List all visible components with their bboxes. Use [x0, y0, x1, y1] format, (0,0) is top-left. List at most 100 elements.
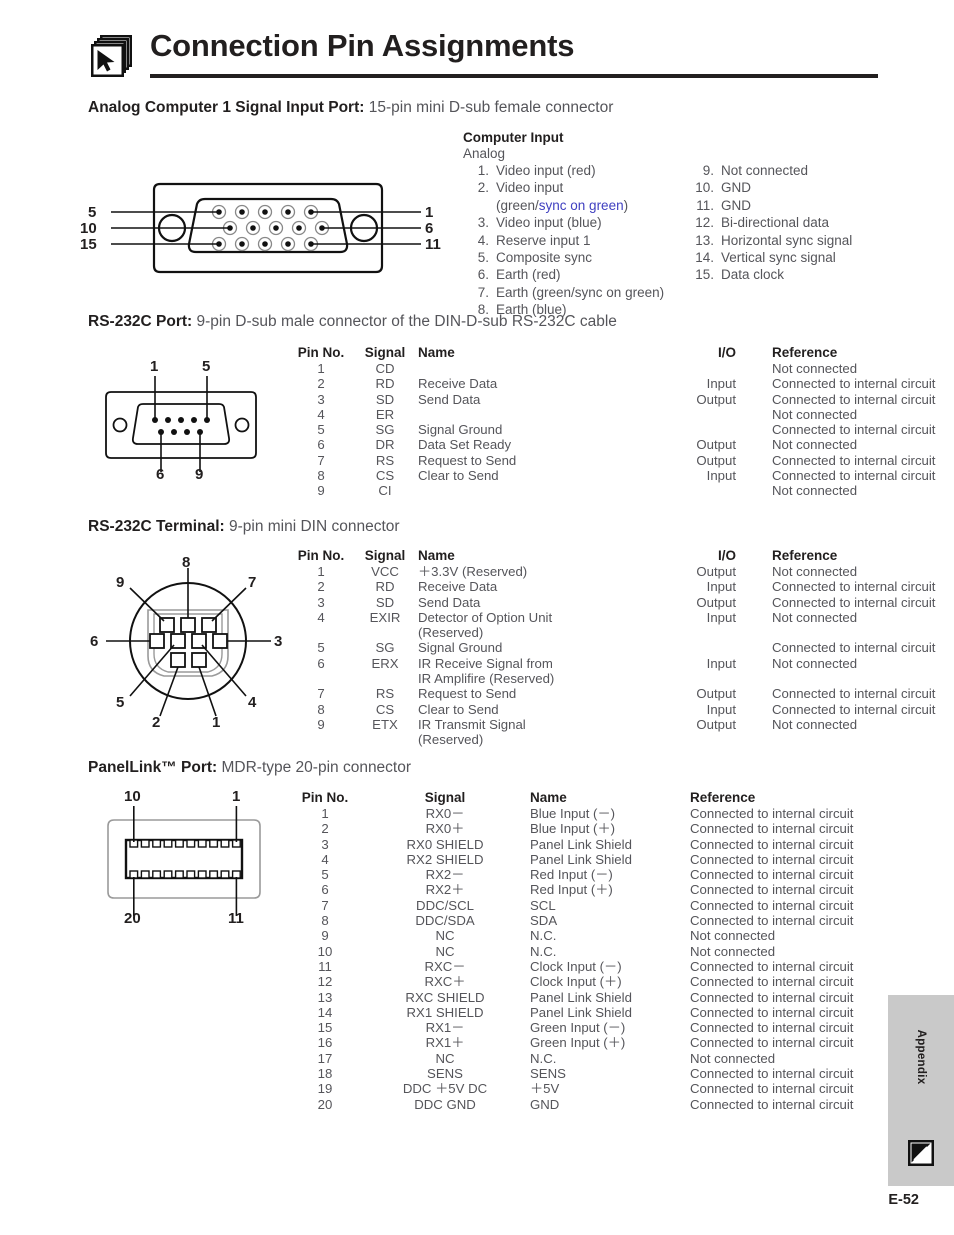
cell-pin: 19 [317, 1081, 333, 1097]
cell-name: Green Input (＋) [530, 1035, 626, 1051]
cell-signal: SG [375, 640, 395, 656]
cell-signal: RS [375, 686, 395, 702]
table-row: 8 DDC/SDA SDA Connected to internal circuit [290, 913, 853, 928]
section-heading-analog-bold: Analog Computer 1 Signal Input Port: [88, 99, 365, 116]
cell-reference: Connected to internal circuit [772, 594, 936, 610]
appendix-tab-label: Appendix [915, 1029, 927, 1085]
cell-reference: Connected to internal circuit [690, 974, 854, 990]
cell-reference: Connected to internal circuit [690, 1035, 854, 1051]
appendix-side-tab[interactable]: Appendix [888, 995, 954, 1186]
cell-io [644, 732, 736, 747]
cell-pin: 6 [321, 882, 329, 898]
cell-io: Output [696, 437, 736, 453]
cell-reference: Connected to internal circuit [772, 686, 936, 702]
mdr20-connector-diagram: 10 1 20 11 [88, 788, 288, 930]
cell-signal: ERX [371, 655, 399, 671]
table-row: 5 SG Signal Ground Connected to internal ci… [290, 640, 935, 655]
minidin-label-bottom-left: 2 [152, 714, 161, 731]
mdr-label-bottom-left: 20 [124, 910, 141, 927]
cell-io: Input [706, 609, 736, 625]
table-row: 1 CD Not connected [290, 361, 935, 376]
cell-signal: RX2＋ [425, 882, 465, 898]
table-row: 16 RX1＋ Green Input (＋) Connected to intern… [290, 1035, 854, 1051]
pin-label: Bi-directional data [721, 215, 830, 231]
dsub9-label-top-0: 1 [150, 358, 159, 375]
cell-pin: 8 [321, 913, 329, 929]
cell-pin: 4 [321, 851, 329, 867]
cell-pin: 2 [321, 821, 329, 837]
section-heading-panellink-rest: MDR-type 20-pin connector [217, 759, 412, 776]
table-row: 6 ERX IR Receive Signal from Input Not conne… [290, 656, 935, 671]
pin-number: 6. [477, 267, 489, 283]
pin-number: 3. [477, 215, 489, 231]
cell-pin [290, 671, 352, 686]
cell-signal: RX0＋ [425, 821, 465, 837]
dsub15-label-right-1: 6 [425, 220, 434, 237]
cell-reference: Connected to internal circuit [690, 958, 854, 974]
cell-io: Input [706, 579, 736, 595]
page-arrow-icon[interactable] [905, 1138, 937, 1170]
table-row: 2 RD Receive Data Input Connected to interna… [290, 376, 935, 391]
cell-pin: 13 [317, 989, 333, 1005]
cell-pin: 15 [317, 1020, 333, 1036]
pin-label: Earth (green/sync on green) [496, 284, 665, 300]
pin-number: 10. [695, 180, 714, 196]
cell-name: ＋3.3V (Reserved) [418, 564, 528, 579]
cell-reference: Connected to internal circuit [690, 1020, 854, 1036]
pin-label-post: ) [623, 197, 629, 213]
list-item: 9. Not connected [688, 162, 852, 179]
cell-reference [736, 671, 935, 686]
cell-pin: 3 [317, 594, 325, 610]
cell-name: Send Data [418, 391, 481, 407]
cell-io: Output [696, 716, 736, 732]
column-header-pin: Pin No. [297, 548, 345, 563]
pin-number: 15. [695, 267, 714, 283]
cell-signal: SD [375, 594, 395, 610]
cell-pin: 2 [317, 579, 325, 595]
cell-signal: CS [375, 468, 395, 484]
cell-pin: 8 [317, 468, 325, 484]
cell-pin: 18 [317, 1066, 333, 1082]
table-row: 17 NC N.C. Not connected [290, 1051, 853, 1066]
column-header-signal: Signal [424, 790, 466, 805]
table-row: 1 RX0－ Blue Input (－) Connected to internal… [290, 806, 853, 821]
pin-label: GND [721, 180, 751, 196]
cell-reference: Not connected [772, 406, 858, 422]
list-item: 3. Video input (blue) [463, 214, 664, 231]
cell-name: GND [530, 1096, 560, 1112]
cell-name: IR Transmit Signal [418, 716, 526, 732]
table-row: 12 RXC＋ Clock Input (＋) Connected to intern… [290, 974, 854, 990]
cell-signal [352, 671, 418, 686]
cell-signal: DDC/SDA [415, 913, 475, 929]
cell-name: Detector of Option Unit [418, 609, 553, 625]
table-row: 3 RX0 SHIELD Panel Link Shield Connected to… [290, 837, 853, 852]
column-header-name: Name [418, 548, 455, 563]
dsub15-label-left-0: 5 [88, 204, 97, 221]
cell-reference: Connected to internal circuit [772, 468, 936, 484]
table-row: 6 DR Data Set Ready Output Not connected [290, 437, 935, 452]
page-number: E-52 [888, 1192, 919, 1208]
list-item: 7. Earth (green/sync on green) [463, 284, 664, 301]
cell-signal: DDC GND [414, 1096, 476, 1112]
cell-signal: RX1 SHIELD [406, 1004, 484, 1020]
cell-name: Send Data [418, 594, 481, 610]
list-item: 2. Video input [463, 179, 664, 196]
cell-io: Input [706, 376, 736, 392]
table-row-continuation: (Reserved) [290, 732, 935, 747]
pin-label: Horizontal sync signal [721, 232, 853, 248]
cell-io: Output [696, 391, 736, 407]
cell-pin: 12 [317, 974, 333, 990]
cell-reference: Connected to internal circuit [690, 851, 854, 867]
cell-pin: 4 [317, 609, 325, 625]
table-row-continuation: (Reserved) [290, 625, 935, 640]
cell-reference: Connected to internal circuit [690, 806, 854, 821]
cell-signal: RXC SHIELD [405, 989, 485, 1005]
cell-name-continued: IR Amplifire (Reserved) [418, 671, 555, 687]
sync-on-green-link[interactable]: sync on green [539, 198, 624, 213]
column-header-name: Name [530, 790, 567, 805]
minidin-label-right: 3 [274, 633, 283, 650]
cell-signal: RXC＋ [424, 974, 466, 990]
cell-name: Clock Input (－) [530, 958, 622, 974]
minidin-label-bottom-right: 1 [212, 714, 221, 731]
cell-pin: 1 [317, 361, 325, 376]
